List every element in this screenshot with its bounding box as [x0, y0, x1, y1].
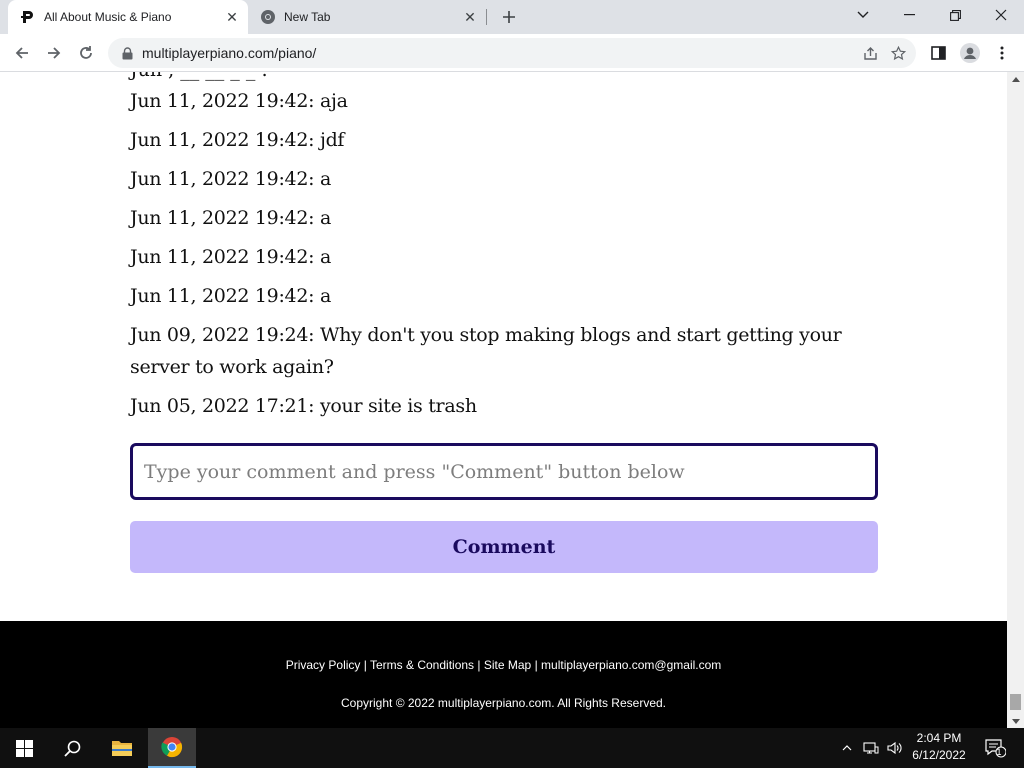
folder-icon: [112, 741, 132, 756]
tab-title: New Tab: [284, 10, 331, 24]
tab-title: All About Music & Piano: [44, 10, 172, 24]
search-button[interactable]: [48, 728, 96, 768]
scroll-down-arrow-icon[interactable]: [1007, 714, 1024, 728]
notification-count: 1: [996, 747, 1002, 757]
address-bar[interactable]: multiplayerpiano.com/piano/: [108, 38, 916, 68]
close-tab-icon[interactable]: ✕: [222, 7, 242, 27]
profile-button[interactable]: [956, 39, 984, 67]
close-tab-icon[interactable]: ✕: [460, 7, 480, 27]
kebab-menu-icon: [1000, 46, 1004, 60]
comment-item: Jun 11, 2022 19:42: a: [130, 246, 332, 268]
comment-item: Jun 11, 2022 19:42: jdf: [130, 129, 345, 151]
menu-button[interactable]: [988, 39, 1016, 67]
footer-separator: |: [363, 658, 367, 672]
reload-button[interactable]: [72, 39, 100, 67]
comment-item: Jun 11, 2022 19:42: a: [130, 168, 332, 190]
clock-time: 2:04 PM: [916, 731, 962, 745]
chrome-taskbar-button[interactable]: [148, 728, 196, 768]
file-explorer-button[interactable]: [98, 728, 146, 768]
browser-tab-bar: All About Music & Piano ✕ New Tab ✕: [0, 0, 1024, 34]
chevron-up-icon: [842, 745, 852, 751]
restore-icon: [949, 9, 961, 21]
lock-icon: [120, 46, 134, 60]
browser-toolbar: multiplayerpiano.com/piano/: [0, 34, 1024, 72]
windows-taskbar: 2:04 PM 6/12/2022 1: [0, 728, 1024, 768]
action-center-button[interactable]: 1: [980, 728, 1010, 768]
comment-item: Jun 09, 2022 19:24: Why don't you stop m…: [130, 324, 842, 378]
comment-item: Jun 11, 2022 19:42: a: [130, 285, 332, 307]
search-icon: [63, 740, 80, 757]
tab-search-button[interactable]: [840, 0, 886, 30]
email-link[interactable]: multiplayerpiano.com@gmail.com: [541, 658, 721, 672]
terms-link[interactable]: Terms & Conditions: [370, 658, 474, 672]
close-icon: [995, 9, 1007, 21]
comment-input[interactable]: [130, 443, 878, 500]
start-button[interactable]: [0, 728, 48, 768]
bookmark-star-icon[interactable]: [884, 39, 912, 67]
page-viewport: Jun , __ __ _ _ : Jun 11, 2022 19:42: aj…: [0, 72, 1007, 728]
windows-logo-icon: [15, 739, 33, 757]
comment-item: Jun 11, 2022 19:42: a: [130, 207, 332, 229]
comment-item: Jun 11, 2022 19:42: aja: [130, 90, 348, 112]
forward-button[interactable]: [40, 39, 68, 67]
chrome-icon: [161, 737, 183, 758]
minimize-icon: [903, 14, 915, 16]
avatar-icon: [960, 43, 980, 63]
arrow-right-icon: [48, 47, 61, 59]
comment-button[interactable]: Comment: [130, 521, 878, 573]
url-text: multiplayerpiano.com/piano/: [142, 45, 317, 61]
reload-icon: [80, 46, 92, 59]
tab-new-tab[interactable]: New Tab ✕: [250, 0, 486, 34]
tab-separator: [486, 9, 487, 25]
network-button[interactable]: [860, 728, 882, 768]
site-map-link[interactable]: Site Map: [484, 658, 531, 672]
privacy-policy-link[interactable]: Privacy Policy: [286, 658, 361, 672]
network-icon: [863, 742, 879, 754]
share-icon[interactable]: [856, 39, 884, 67]
taskbar-clock[interactable]: 2:04 PM 6/12/2022: [898, 730, 980, 766]
clock-date: 6/12/2022: [912, 748, 966, 762]
site-footer: Privacy Policy | Terms & Conditions | Si…: [0, 621, 1007, 728]
piano-logo-icon: [20, 9, 36, 25]
scroll-up-arrow-icon[interactable]: [1007, 72, 1024, 86]
comment-item: Jun 05, 2022 17:21: your site is trash: [130, 395, 477, 417]
close-window-button[interactable]: [978, 0, 1024, 30]
new-tab-button[interactable]: [498, 6, 520, 28]
footer-separator: |: [534, 658, 538, 672]
back-button[interactable]: [8, 39, 36, 67]
side-panel-button[interactable]: [924, 39, 952, 67]
tab-all-about-music[interactable]: All About Music & Piano ✕: [8, 0, 248, 34]
clipped-comment-fragment: Jun , __ __ _ _ :: [130, 72, 268, 86]
plus-icon: [503, 11, 515, 23]
page-scrollbar[interactable]: [1007, 72, 1024, 728]
footer-links: Privacy Policy | Terms & Conditions | Si…: [0, 658, 1007, 672]
show-hidden-icons-button[interactable]: [838, 728, 856, 768]
footer-separator: |: [477, 658, 481, 672]
side-panel-icon: [930, 46, 946, 60]
minimize-button[interactable]: [886, 0, 932, 30]
restore-button[interactable]: [932, 0, 978, 30]
chevron-down-icon: [857, 11, 869, 18]
scrollbar-thumb[interactable]: [1010, 694, 1021, 710]
chrome-icon: [260, 9, 276, 25]
copyright-text: Copyright © 2022 multiplayerpiano.com. A…: [341, 696, 666, 710]
arrow-left-icon: [15, 47, 28, 59]
